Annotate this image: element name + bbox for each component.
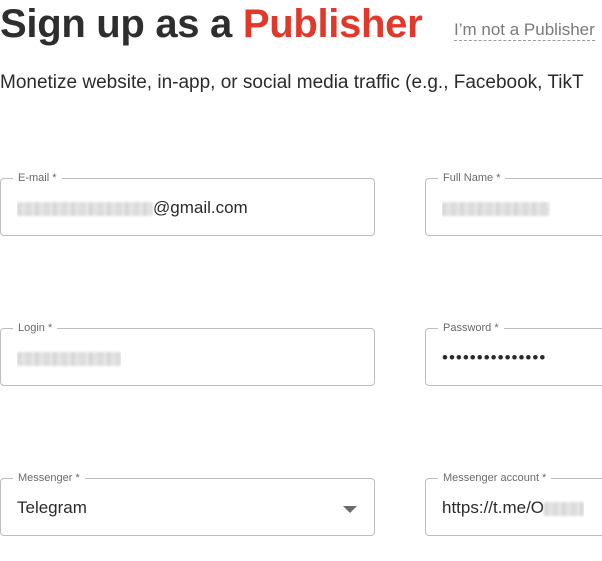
chevron-down-icon[interactable] (343, 506, 357, 513)
email-domain: @gmail.com (153, 198, 248, 217)
redacted-full-name (442, 201, 550, 216)
full-name-label: Full Name * (438, 171, 506, 185)
messenger-account-value: https://t.me/O (442, 498, 585, 518)
password-value: ••••••••••••••• (442, 348, 547, 367)
page-title: Sign up as a Publisher (0, 2, 423, 47)
login-field[interactable]: Login * (0, 321, 375, 386)
password-field[interactable]: Password * ••••••••••••••• (425, 321, 602, 386)
title-accent: Publisher (242, 2, 423, 46)
login-label: Login * (13, 321, 58, 335)
full-name-field[interactable]: Full Name * (425, 171, 602, 236)
redacted-messenger-handle (544, 501, 585, 516)
messenger-label: Messenger * (13, 471, 85, 485)
messenger-account-text: https://t.me/O (442, 498, 545, 517)
redacted-email-user (17, 201, 153, 216)
full-name-value (442, 198, 550, 218)
login-value (17, 348, 121, 368)
email-value: @gmail.com (17, 198, 248, 218)
not-publisher-link[interactable]: I’m not a Publisher (454, 20, 595, 41)
redacted-login (17, 351, 121, 366)
title-prefix: Sign up as a (0, 2, 243, 46)
title-row: Sign up as a Publisher I’m not a Publish… (0, 0, 602, 50)
email-field[interactable]: E-mail * @gmail.com (0, 171, 375, 236)
page-subtitle: Monetize website, in-app, or social medi… (0, 72, 584, 93)
messenger-select[interactable]: Messenger * Telegram (0, 471, 375, 536)
email-label: E-mail * (13, 171, 62, 185)
messenger-value: Telegram (17, 498, 87, 517)
messenger-account-field[interactable]: Messenger account * https://t.me/O (425, 471, 602, 536)
signup-page: Sign up as a Publisher I’m not a Publish… (0, 0, 602, 561)
password-label: Password * (438, 321, 504, 335)
messenger-account-label: Messenger account * (438, 471, 552, 485)
